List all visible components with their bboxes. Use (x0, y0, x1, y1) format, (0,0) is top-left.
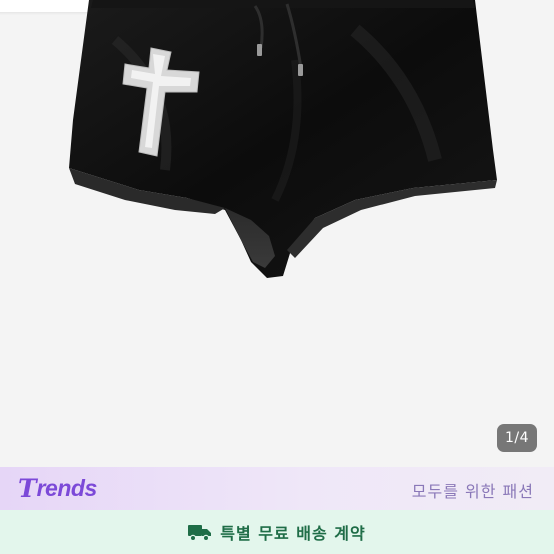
trends-logo: T rends (18, 472, 97, 504)
trends-banner[interactable]: T rends 모두를 위한 패션 (0, 467, 554, 510)
delivery-truck-icon (188, 525, 212, 541)
free-shipping-label: 특별 무료 배송 계약 (220, 524, 366, 543)
trends-logo-text: rends (36, 474, 98, 501)
trends-logo-letter: T (18, 473, 37, 503)
page-indicator: 1/4 (497, 424, 537, 452)
trends-tagline: 모두를 위한 패션 (411, 482, 534, 501)
free-shipping-bar[interactable]: 특별 무료 배송 계약 (0, 510, 554, 554)
product-image[interactable] (55, 0, 500, 290)
product-image-viewer[interactable]: 1/4 (0, 0, 554, 467)
